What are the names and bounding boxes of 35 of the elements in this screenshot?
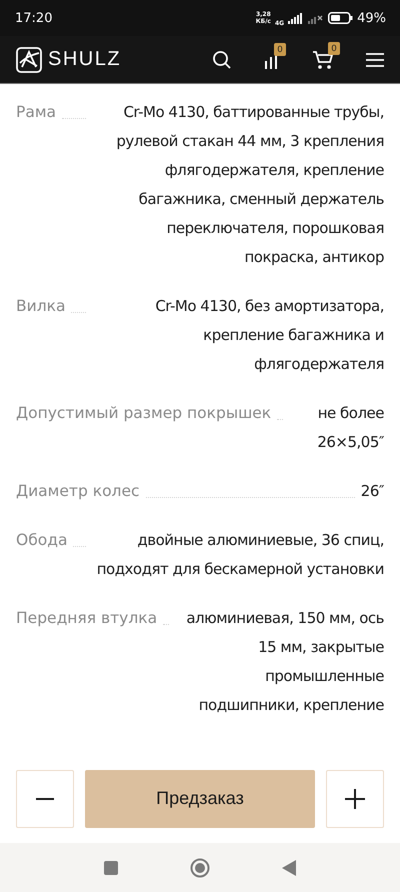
spec-value: Cr-Mo 4130, без амортизатора, крепление багажника и флягодержателя <box>154 296 384 375</box>
spec-value: двойные алюминиевые, 36 спиц, подходят для бескамерной установки <box>96 530 384 580</box>
compare-count-badge: 0 <box>274 42 286 56</box>
spec-label: Обода <box>16 530 68 551</box>
search-button[interactable] <box>212 50 232 70</box>
search-icon <box>212 50 232 70</box>
recents-icon[interactable] <box>104 860 118 874</box>
cart-icon <box>312 50 334 70</box>
spec-value: 26″ <box>360 481 384 502</box>
logo-icon <box>16 46 42 72</box>
spec-value: Cr-Mo 4130, баттированные трубы, рулевой стакан 44 мм, 3 крепления флягодержателя, крепление багажника, сменный держатель переключателя, порошковая покраска, антикор <box>115 102 384 268</box>
battery-icon <box>328 12 354 24</box>
cart-count-badge: 0 <box>328 42 340 54</box>
minus-icon <box>36 798 54 800</box>
plus-icon <box>345 788 365 808</box>
spec-label: Диаметр колес <box>16 481 140 502</box>
back-icon[interactable] <box>282 860 296 876</box>
preorder-button[interactable]: Предзаказ <box>85 770 315 828</box>
home-icon[interactable] <box>190 858 210 878</box>
logo-text: SHULZ <box>48 48 122 71</box>
spec-label: Вилка <box>16 296 66 317</box>
spec-value: не более 26×5,05″ <box>316 403 384 453</box>
spec-value: алюминиевая, 150 мм, ось 15 мм, закрытые промышленные подшипники, крепление <box>185 608 384 716</box>
spec-label: Допустимый размер покрышек <box>16 403 272 424</box>
cart-button[interactable]: 0 <box>312 42 340 70</box>
menu-icon <box>366 52 384 66</box>
compare-button[interactable]: 0 <box>264 42 286 68</box>
spec-label: Передняя втулка <box>16 608 158 629</box>
increase-button[interactable] <box>326 770 384 828</box>
signal-icon <box>288 12 304 24</box>
battery-percent: 49% <box>357 10 386 26</box>
spec-label: Рама <box>16 102 56 123</box>
menu-button[interactable] <box>366 52 384 66</box>
clock: 17:20 <box>15 10 52 26</box>
no-signal-icon <box>308 12 324 24</box>
